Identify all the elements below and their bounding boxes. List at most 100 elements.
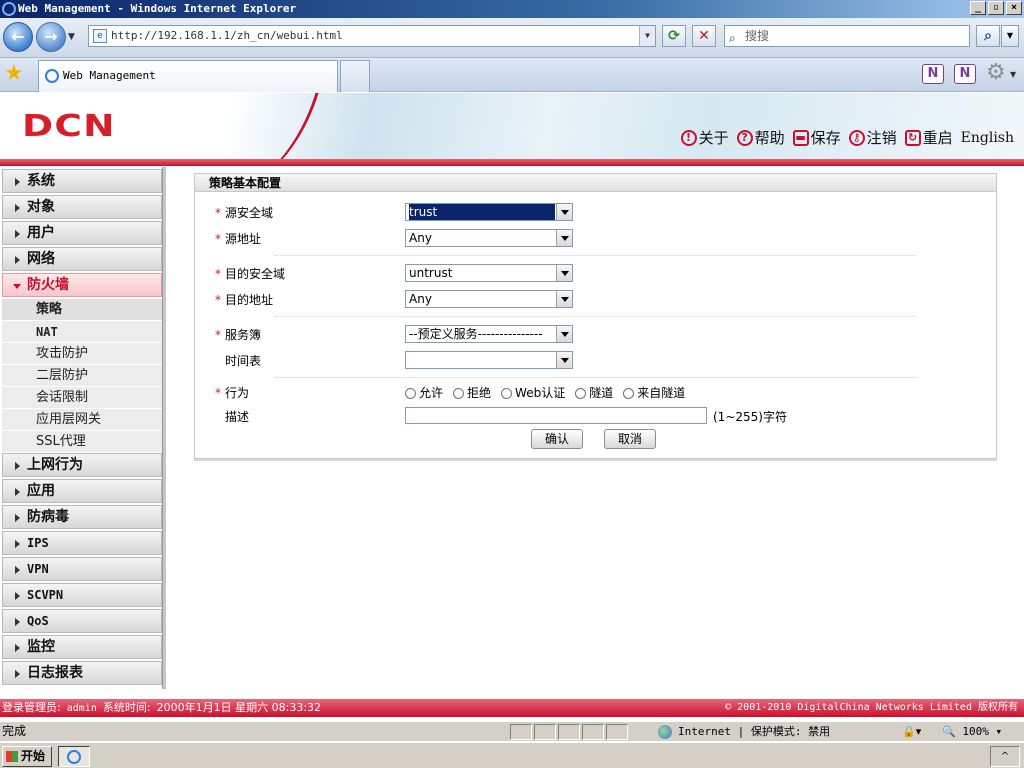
sidebar-item-label: 日志报表 (27, 665, 83, 681)
sidebar-item-system[interactable]: 系统 (2, 169, 162, 193)
caret-right-icon (15, 540, 20, 548)
header-link-english[interactable]: English (961, 130, 1014, 146)
status-left: 登录管理员: admin 系统时间: 2000年1月1日 星期六 08:33:3… (2, 699, 321, 718)
refresh-button[interactable]: ⟳ (662, 25, 686, 47)
header-link-logout[interactable]: ⚷ 注销 (848, 127, 897, 148)
restart-icon: ↻ (904, 129, 921, 146)
header-link-about[interactable]: ! 关于 (680, 127, 729, 148)
caret-right-icon (15, 204, 20, 212)
copyright: © 2001-2010 DigitalChina Networks Limite… (725, 702, 1018, 713)
chevron-down-icon (556, 204, 572, 220)
action-radio-tunnel[interactable]: 隧道 (575, 383, 613, 403)
sidebar-item-vpn[interactable]: VPN (2, 557, 162, 581)
maximize-button[interactable]: ▫ (988, 1, 1004, 15)
radio-label: 隧道 (589, 386, 614, 400)
sidebar-item-firewall[interactable]: 防火墙 (2, 273, 162, 297)
cancel-button[interactable]: 取消 (604, 429, 656, 449)
action-radio-deny[interactable]: 拒绝 (453, 383, 491, 403)
sidebar-subitem-layer2-defense[interactable]: 二层防护 (2, 365, 162, 387)
action-radio-permit[interactable]: 允许 (405, 383, 443, 403)
confirm-button[interactable]: 确认 (531, 429, 583, 449)
close-button[interactable]: × (1006, 1, 1022, 15)
window-controls: _ ▫ × (970, 1, 1022, 15)
zoom-level[interactable]: 🔍 100% ▾ (942, 722, 1002, 741)
header-links: ! 关于 ? 帮助 ▬ 保存 ⚷ 注销 ↻ 重启 English (680, 127, 1014, 148)
start-button[interactable]: 开始 (2, 746, 52, 767)
sidebar-subitem-nat[interactable]: NAT (2, 321, 162, 343)
zone-text: Internet | 保护模式: 禁用 (678, 725, 831, 738)
sidebar-subitem-attack-defense[interactable]: 攻击防护 (2, 343, 162, 365)
sidebar-subitem-alg[interactable]: 应用层网关 (2, 409, 162, 431)
desc-hint: (1~255)字符 (713, 410, 787, 424)
favorites-star-icon[interactable]: ★ (4, 63, 24, 85)
tray-chevron-icon[interactable]: ^ (990, 746, 1020, 767)
onenote-icon[interactable]: N (954, 64, 976, 84)
forward-button[interactable]: → (36, 22, 66, 52)
service-value: --预定义服务--------------- (409, 327, 543, 341)
onenote-send-icon[interactable]: N (922, 64, 944, 84)
tools-dropdown-icon[interactable]: ▼ (1010, 70, 1016, 79)
sidebar-item-monitor[interactable]: 监控 (2, 635, 162, 659)
chevron-down-icon (556, 265, 572, 281)
sidebar-item-label: 上网行为 (27, 457, 83, 473)
back-button[interactable]: ← (3, 22, 33, 52)
sidebar-subitem-session-limit[interactable]: 会话限制 (2, 387, 162, 409)
sidebar-item-label: SCVPN (27, 588, 64, 602)
sidebar-subitem-policy[interactable]: 策略 (2, 299, 162, 321)
header-link-save[interactable]: ▬ 保存 (792, 127, 841, 148)
time-value: 2000年1月1日 星期六 08:33:32 (156, 701, 322, 714)
address-dropdown-icon[interactable]: ▼ (639, 26, 655, 46)
schedule-label: 时间表 (225, 354, 262, 368)
src-zone-select[interactable]: trust (405, 203, 573, 221)
sidebar-item-user[interactable]: 用户 (2, 221, 162, 245)
security-icon[interactable]: 🔒▾ (902, 722, 921, 741)
sidebar-item-object[interactable]: 对象 (2, 195, 162, 219)
sidebar-item-web-behavior[interactable]: 上网行为 (2, 453, 162, 477)
sidebar-item-log-report[interactable]: 日志报表 (2, 661, 162, 685)
sidebar-item-network[interactable]: 网络 (2, 247, 162, 271)
sidebar-item-qos[interactable]: QoS (2, 609, 162, 633)
address-toolbar: ← → ▼ e http://192.168.1.1/zh_cn/webui.h… (0, 18, 1024, 58)
schedule-select[interactable] (405, 351, 573, 369)
caret-right-icon (15, 618, 20, 626)
tools-gear-icon[interactable]: ⚙ (986, 62, 1006, 84)
header-link-restart[interactable]: ↻ 重启 (904, 127, 953, 148)
main-content: 策略基本配置 * 源安全域 trust * 源地址 Any * 目的安全域 un… (166, 167, 1024, 689)
security-zone[interactable]: Internet | 保护模式: 禁用 (658, 722, 830, 741)
sidebar-subitem-ssl-proxy[interactable]: SSL代理 (2, 431, 162, 453)
sidebar-item-scvpn[interactable]: SCVPN (2, 583, 162, 607)
ie-icon (67, 750, 81, 764)
tab-web-management[interactable]: Web Management (38, 60, 338, 92)
search-button[interactable]: ⌕ (976, 25, 1000, 47)
radio-icon (623, 387, 635, 399)
sidebar-item-label: 系统 (27, 173, 55, 189)
taskbar-ie-button[interactable] (58, 746, 90, 767)
sidebar-item-application[interactable]: 应用 (2, 479, 162, 503)
address-bar[interactable]: e http://192.168.1.1/zh_cn/webui.html ▼ (88, 25, 656, 47)
service-select[interactable]: --预定义服务--------------- (405, 325, 573, 343)
action-radio-from-tunnel[interactable]: 来自隧道 (623, 383, 685, 403)
action-radio-webauth[interactable]: Web认证 (501, 383, 565, 403)
window-title-bar: Web Management - Windows Internet Explor… (0, 0, 1024, 18)
src-zone-label: 源安全域 (225, 206, 274, 220)
new-tab-button[interactable] (340, 60, 370, 92)
stop-button[interactable]: ✕ (692, 25, 716, 47)
sidebar-item-ips[interactable]: IPS (2, 531, 162, 555)
history-dropdown-icon[interactable]: ▼ (68, 32, 75, 42)
required-mark: * (215, 206, 221, 220)
header-link-help[interactable]: ? 帮助 (736, 127, 785, 148)
restart-label: 重启 (922, 129, 953, 147)
dst-addr-select[interactable]: Any (405, 290, 573, 308)
search-input[interactable]: ⌕ 搜搜 (724, 25, 970, 47)
radio-icon (575, 387, 587, 399)
chevron-down-icon (556, 326, 572, 342)
caret-right-icon (15, 178, 20, 186)
minimize-button[interactable]: _ (970, 1, 986, 15)
key-icon: ⚷ (848, 129, 865, 146)
windows-flag-icon (6, 751, 18, 762)
description-input[interactable] (405, 407, 707, 424)
dst-zone-select[interactable]: untrust (405, 264, 573, 282)
sidebar-item-antivirus[interactable]: 防病毒 (2, 505, 162, 529)
search-options-dropdown[interactable]: ▼ (1001, 25, 1019, 47)
src-addr-select[interactable]: Any (405, 229, 573, 247)
